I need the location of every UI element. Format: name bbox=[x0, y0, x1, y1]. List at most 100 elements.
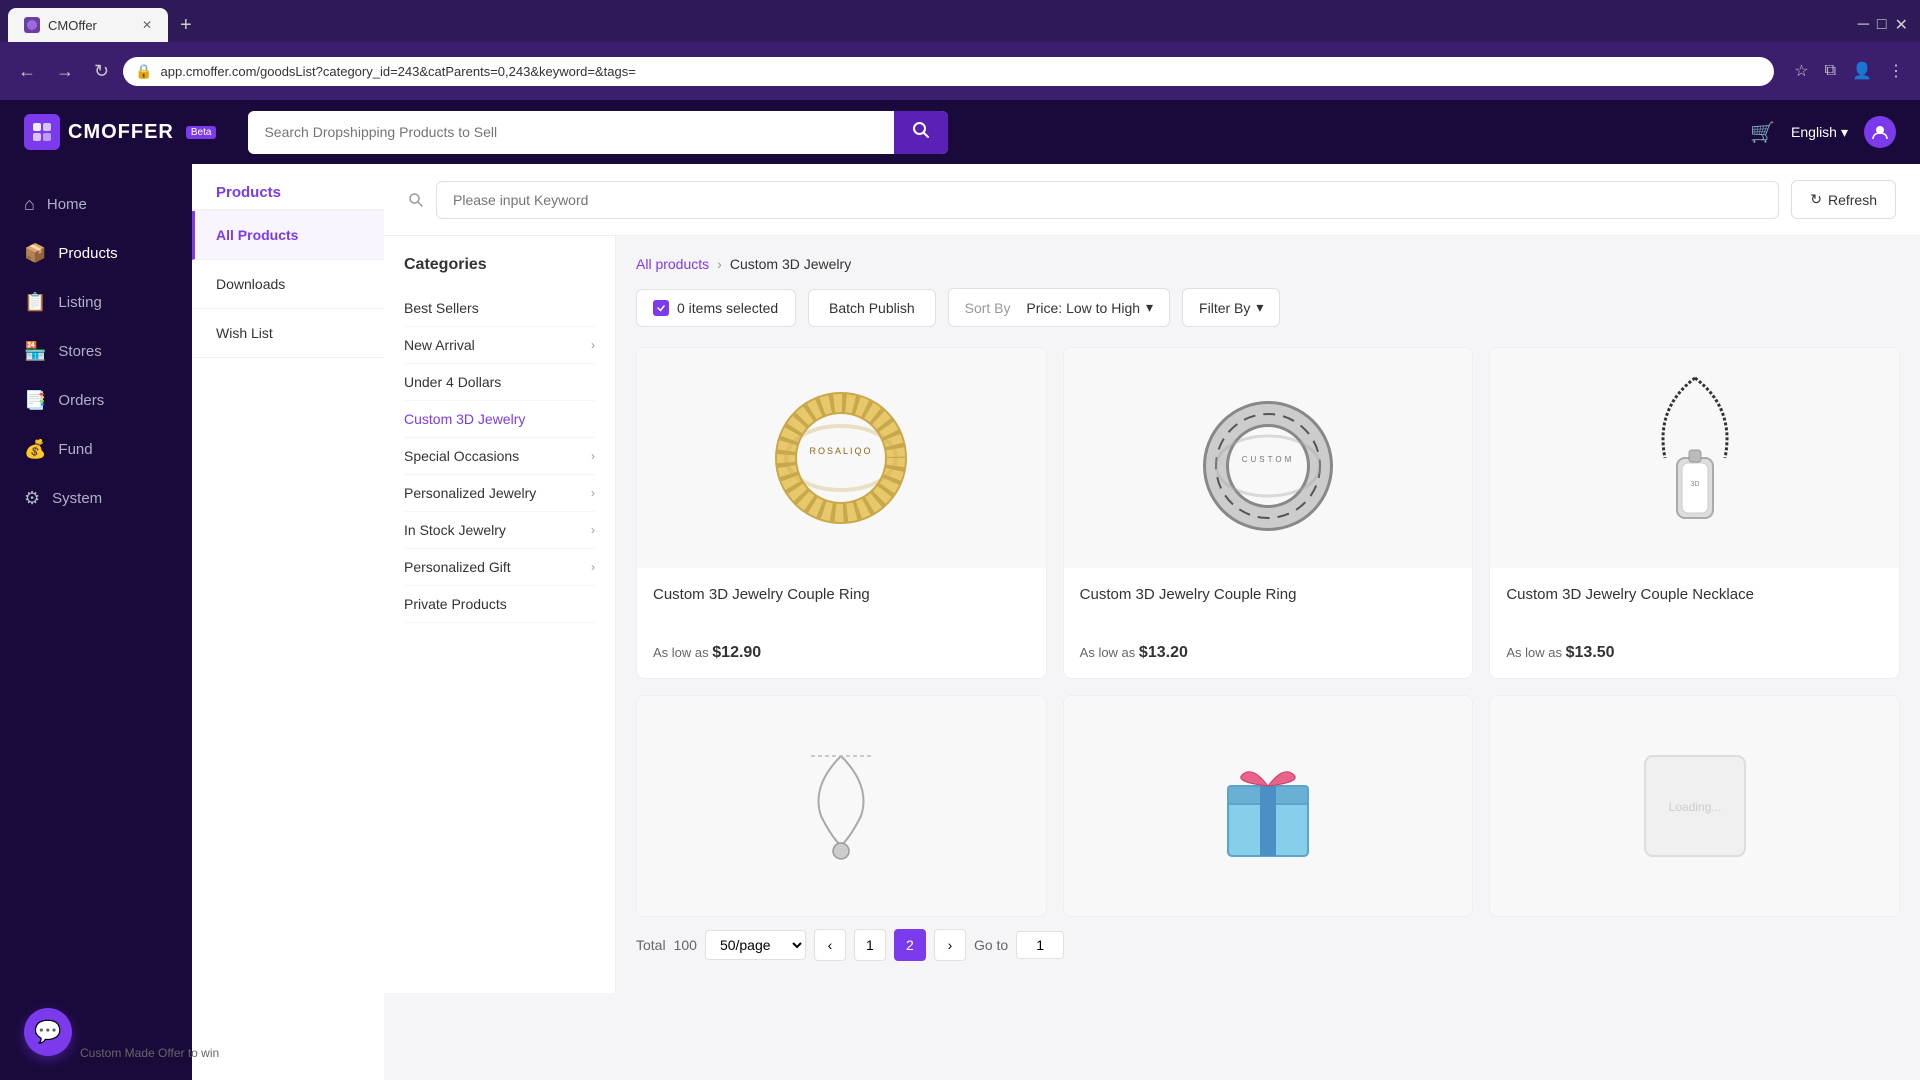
product-info-2: Custom 3D Jewelry Couple Ring As low as … bbox=[1064, 568, 1473, 678]
logo-text: CMOFFER bbox=[68, 121, 174, 144]
refresh-icon: ↻ bbox=[1810, 191, 1822, 208]
language-selector[interactable]: English ▾ bbox=[1791, 124, 1848, 141]
home-icon: ⌂ bbox=[24, 194, 35, 215]
product-card-6[interactable]: Loading... bbox=[1489, 695, 1900, 917]
category-item-under-4-dollars[interactable]: Under 4 Dollars bbox=[404, 364, 595, 401]
product-card-2[interactable]: CUSTOM Custom 3D Jewelry Couple Ring As … bbox=[1063, 347, 1474, 679]
categories-title: Categories bbox=[404, 256, 595, 274]
forward-button[interactable]: → bbox=[50, 57, 80, 86]
sidebar-label-fund: Fund bbox=[58, 441, 92, 458]
ring-silver-svg: CUSTOM bbox=[1188, 378, 1348, 538]
category-label: Private Products bbox=[404, 596, 507, 612]
sub-nav-item-all-products[interactable]: All Products bbox=[192, 211, 384, 260]
page-button-2[interactable]: 2 bbox=[894, 929, 926, 961]
product-card-3[interactable]: 3D Custom 3D Jewelry Couple Necklace As … bbox=[1489, 347, 1900, 679]
sidebar-item-home[interactable]: ⌂ Home bbox=[0, 180, 192, 229]
back-button[interactable]: ← bbox=[12, 57, 42, 86]
sub-nav-item-wish-list[interactable]: Wish List bbox=[192, 309, 384, 358]
product-card-5[interactable] bbox=[1063, 695, 1474, 917]
bookmark-icon[interactable]: ☆ bbox=[1790, 57, 1812, 85]
header-search-button[interactable] bbox=[894, 111, 948, 154]
sidebar-item-listing[interactable]: 📋 Listing bbox=[0, 278, 192, 327]
header-search-input[interactable] bbox=[248, 114, 894, 150]
price-value-1: $12.90 bbox=[712, 644, 761, 661]
gift-svg bbox=[1198, 736, 1338, 876]
category-label: New Arrival bbox=[404, 337, 475, 353]
address-bar[interactable]: 🔒 app.cmoffer.com/goodsList?category_id=… bbox=[123, 57, 1774, 86]
breadcrumb-root[interactable]: All products bbox=[636, 256, 709, 272]
category-item-personalized-gift[interactable]: Personalized Gift › bbox=[404, 549, 595, 586]
search-icon bbox=[408, 192, 424, 208]
breadcrumb: All products › Custom 3D Jewelry bbox=[636, 256, 1900, 272]
extension-icon[interactable]: ⧉ bbox=[1821, 58, 1840, 84]
category-label: In Stock Jewelry bbox=[404, 522, 506, 538]
category-item-special-occasions[interactable]: Special Occasions › bbox=[404, 438, 595, 475]
new-tab-button[interactable]: + bbox=[172, 10, 200, 41]
window-minimize-btn[interactable]: ─ bbox=[1858, 16, 1869, 34]
category-item-personalized-jewelry[interactable]: Personalized Jewelry › bbox=[404, 475, 595, 512]
sidebar-item-products[interactable]: 📦 Products bbox=[0, 229, 192, 278]
sidebar-item-system[interactable]: ⚙ System bbox=[0, 474, 192, 523]
necklace-svg: 3D bbox=[1615, 368, 1775, 548]
browser-tab[interactable]: CMOffer ✕ bbox=[8, 8, 168, 42]
category-item-custom-3d[interactable]: Custom 3D Jewelry bbox=[404, 401, 595, 438]
product-image-3: 3D bbox=[1490, 348, 1899, 568]
selection-checkbox[interactable] bbox=[653, 300, 669, 316]
prev-page-button[interactable]: ‹ bbox=[814, 929, 846, 961]
sort-selector[interactable]: Sort By Price: Low to High ▾ bbox=[948, 288, 1170, 327]
refresh-browser-button[interactable]: ↻ bbox=[88, 57, 115, 86]
cart-icon[interactable]: 🛒 bbox=[1750, 120, 1775, 145]
tab-title: CMOffer bbox=[48, 18, 97, 33]
sidebar-item-stores[interactable]: 🏪 Stores bbox=[0, 327, 192, 376]
system-icon: ⚙ bbox=[24, 488, 40, 509]
sidebar-label-stores: Stores bbox=[58, 343, 101, 360]
products-icon: 📦 bbox=[24, 243, 46, 264]
page-button-1[interactable]: 1 bbox=[854, 929, 886, 961]
menu-icon[interactable]: ⋮ bbox=[1884, 57, 1908, 85]
product-image-5 bbox=[1064, 696, 1473, 916]
svg-text:CUSTOM: CUSTOM bbox=[1242, 455, 1295, 464]
filter-selector[interactable]: Filter By ▾ bbox=[1182, 288, 1280, 327]
category-item-in-stock-jewelry[interactable]: In Stock Jewelry › bbox=[404, 512, 595, 549]
price-prefix-3: As low as bbox=[1506, 645, 1562, 660]
sidebar-item-orders[interactable]: 📑 Orders bbox=[0, 376, 192, 425]
content-area: ↻ Refresh Categories Best Sellers New Ar… bbox=[384, 164, 1920, 1080]
category-arrow-icon: › bbox=[591, 338, 595, 352]
product-image-2: CUSTOM bbox=[1064, 348, 1473, 568]
product-card-1[interactable]: ROSALIQO Custom 3D Jewelry Couple Ring A… bbox=[636, 347, 1047, 679]
product-card-4[interactable] bbox=[636, 695, 1047, 917]
svg-text:ROSALIQO: ROSALIQO bbox=[810, 446, 873, 456]
sub-nav-item-downloads[interactable]: Downloads bbox=[192, 260, 384, 309]
content-search-input[interactable] bbox=[436, 181, 1779, 219]
refresh-button[interactable]: ↻ Refresh bbox=[1791, 180, 1896, 219]
batch-publish-button[interactable]: Batch Publish bbox=[808, 289, 936, 327]
category-item-private-products[interactable]: Private Products bbox=[404, 586, 595, 623]
category-label: Custom 3D Jewelry bbox=[404, 411, 525, 427]
browser-tabs: CMOffer ✕ + ─ □ ✕ bbox=[0, 0, 1920, 42]
window-maximize-btn[interactable]: □ bbox=[1877, 16, 1887, 34]
product-price-3: As low as $13.50 bbox=[1506, 644, 1883, 662]
next-page-button[interactable]: › bbox=[934, 929, 966, 961]
tab-close-icon[interactable]: ✕ bbox=[142, 18, 152, 32]
category-item-best-sellers[interactable]: Best Sellers bbox=[404, 290, 595, 327]
sidebar-label-orders: Orders bbox=[58, 392, 104, 409]
selection-indicator: 0 items selected bbox=[636, 289, 796, 327]
user-avatar[interactable] bbox=[1864, 116, 1896, 148]
category-label: Special Occasions bbox=[404, 448, 519, 464]
category-arrow-icon: › bbox=[591, 560, 595, 574]
fund-icon: 💰 bbox=[24, 439, 46, 460]
chat-widget[interactable]: 💬 bbox=[24, 1008, 72, 1056]
category-item-new-arrival[interactable]: New Arrival › bbox=[404, 327, 595, 364]
category-arrow-icon: › bbox=[591, 523, 595, 537]
goto-input[interactable] bbox=[1016, 931, 1064, 959]
per-page-select[interactable]: 50/page 20/page 100/page bbox=[705, 930, 806, 960]
products-grid-row2: Loading... bbox=[636, 695, 1900, 917]
svg-text:3D: 3D bbox=[1690, 481, 1699, 488]
sort-space bbox=[1017, 300, 1021, 316]
filter-label: Filter By bbox=[1199, 300, 1250, 316]
sub-nav-label-all-products: All Products bbox=[216, 227, 298, 243]
window-close-btn[interactable]: ✕ bbox=[1895, 15, 1908, 35]
profile-icon[interactable]: 👤 bbox=[1848, 57, 1876, 85]
sidebar-item-fund[interactable]: 💰 Fund bbox=[0, 425, 192, 474]
total-label: Total bbox=[636, 937, 666, 953]
